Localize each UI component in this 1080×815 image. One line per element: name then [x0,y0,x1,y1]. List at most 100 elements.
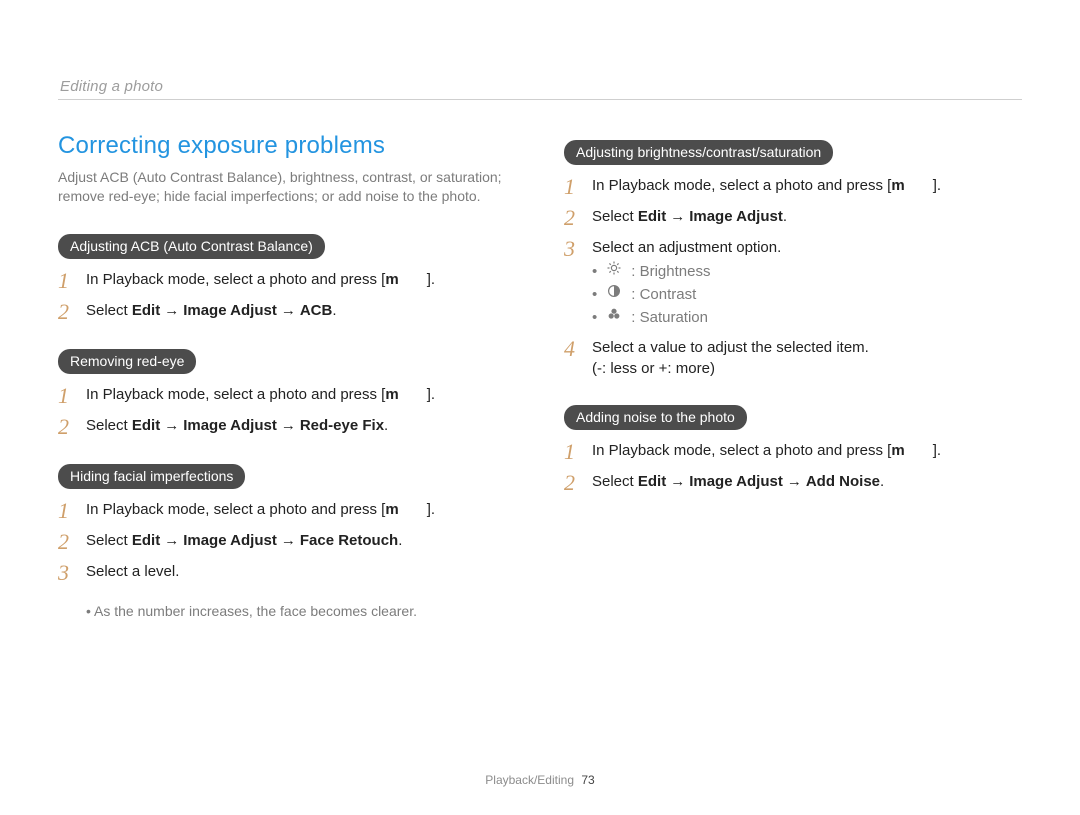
bold: Red-eye Fix [300,417,384,434]
footer: Playback/Editing 73 [0,773,1080,787]
text: Select an adjustment option. [592,239,781,256]
text: . [783,208,787,225]
text: Select [592,473,638,490]
step-noise-1: 1 In Playback mode, select a photo and p… [564,436,1020,467]
step-text: In Playback mode, select a photo and pre… [592,175,1020,198]
bold: Image Adjust [183,302,277,319]
saturation-icon [607,307,621,321]
option-brightness: : Brightness [592,260,1020,283]
options-bcs: : Brightness : Contrast : Saturation [592,258,1020,329]
step-redeye-1: 1 In Playback mode, select a photo and p… [58,380,514,411]
text: . [332,302,336,319]
arrow-icon: → [160,302,183,319]
column-left: Correcting exposure problems Adjust ACB … [58,130,514,620]
text: In Playback mode, select a photo and pre… [592,442,891,459]
text: (-: less or +: more) [592,360,715,377]
bold: Edit [132,532,160,549]
key-m: m [385,386,398,403]
heading-bcs: Adjusting brightness/contrast/saturation [564,140,833,165]
intro-text: Adjust ACB (Auto Contrast Balance), brig… [58,168,514,206]
bold: ACB [300,302,333,319]
arrow-icon: → [277,417,300,434]
arrow-icon: → [666,208,689,225]
steps-bcs: 1 In Playback mode, select a photo and p… [564,171,1020,383]
step-text: In Playback mode, select a photo and pre… [592,440,1020,463]
step-number: 1 [58,384,76,407]
heading-acb: Adjusting ACB (Auto Contrast Balance) [58,234,325,259]
step-text: Select a level. [86,561,514,584]
text: ]. [427,501,435,518]
key-m: m [891,177,904,194]
arrow-icon: → [666,473,689,490]
bold: Face Retouch [300,532,398,549]
footer-section: Playback/Editing [485,773,574,787]
arrow-icon: → [277,302,300,319]
step-bcs-2: 2 Select Edit→Image Adjust. [564,202,1020,233]
step-face-2: 2 Select Edit→Image Adjust→Face Retouch. [58,526,514,557]
note: As the number increases, the face become… [86,602,514,620]
text: In Playback mode, select a photo and pre… [86,501,385,518]
steps-redeye: 1 In Playback mode, select a photo and p… [58,380,514,442]
text: ]. [933,442,941,459]
step-number: 1 [58,499,76,522]
arrow-icon: → [160,417,183,434]
text: . [880,473,884,490]
arrow-icon: → [783,473,806,490]
steps-acb: 1 In Playback mode, select a photo and p… [58,265,514,327]
text: In Playback mode, select a photo and pre… [86,271,385,288]
step-number: 2 [564,471,582,494]
option-contrast: : Contrast [592,283,1020,306]
key-m: m [385,271,398,288]
step-face-3: 3 Select a level. [58,557,514,588]
text: . [398,532,402,549]
text: In Playback mode, select a photo and pre… [592,177,891,194]
bold: Image Adjust [689,208,783,225]
bold: Add Noise [806,473,880,490]
step-noise-2: 2 Select Edit→Image Adjust→Add Noise. [564,467,1020,498]
text: In Playback mode, select a photo and pre… [86,386,385,403]
step-number: 2 [58,415,76,438]
step-bcs-3: 3 Select an adjustment option. : Brightn… [564,233,1020,333]
bold: Edit [132,417,160,434]
text: Select [86,417,132,434]
bold: Edit [638,473,666,490]
bold: Image Adjust [689,473,783,490]
step-number: 1 [58,269,76,292]
text: Select a value to adjust the selected it… [592,339,869,356]
heading-redeye: Removing red-eye [58,349,196,374]
step-text: Select Edit→Image Adjust→Face Retouch. [86,530,514,553]
arrow-icon: → [160,532,183,549]
text: . [384,417,388,434]
key-m: m [385,501,398,518]
notes-face: As the number increases, the face become… [58,600,514,620]
step-number: 1 [564,440,582,463]
bold: Edit [638,208,666,225]
steps-face: 1 In Playback mode, select a photo and p… [58,495,514,588]
page-title: Correcting exposure problems [58,132,514,160]
step-number: 3 [564,237,582,329]
arrow-icon: → [277,532,300,549]
step-acb-1: 1 In Playback mode, select a photo and p… [58,265,514,296]
step-text: In Playback mode, select a photo and pre… [86,269,514,292]
step-text: In Playback mode, select a photo and pre… [86,499,514,522]
step-number: 3 [58,561,76,584]
option-label: : Contrast [631,284,696,305]
contrast-icon [607,284,621,298]
step-number: 2 [564,206,582,229]
step-number: 1 [564,175,582,198]
bold: Image Adjust [183,532,277,549]
step-text: Select a value to adjust the selected it… [592,337,1020,379]
columns: Correcting exposure problems Adjust ACB … [58,100,1022,620]
page: Editing a photo Correcting exposure prob… [0,0,1080,815]
text: ]. [427,386,435,403]
step-number: 2 [58,530,76,553]
text: ]. [933,177,941,194]
step-text: Select an adjustment option. : Brightnes… [592,237,1020,329]
text: Select [592,208,638,225]
bold: Image Adjust [183,417,277,434]
step-number: 2 [58,300,76,323]
step-text: Select Edit→Image Adjust→Red-eye Fix. [86,415,514,438]
step-redeye-2: 2 Select Edit→Image Adjust→Red-eye Fix. [58,411,514,442]
brightness-icon [607,261,621,275]
option-saturation: : Saturation [592,306,1020,329]
